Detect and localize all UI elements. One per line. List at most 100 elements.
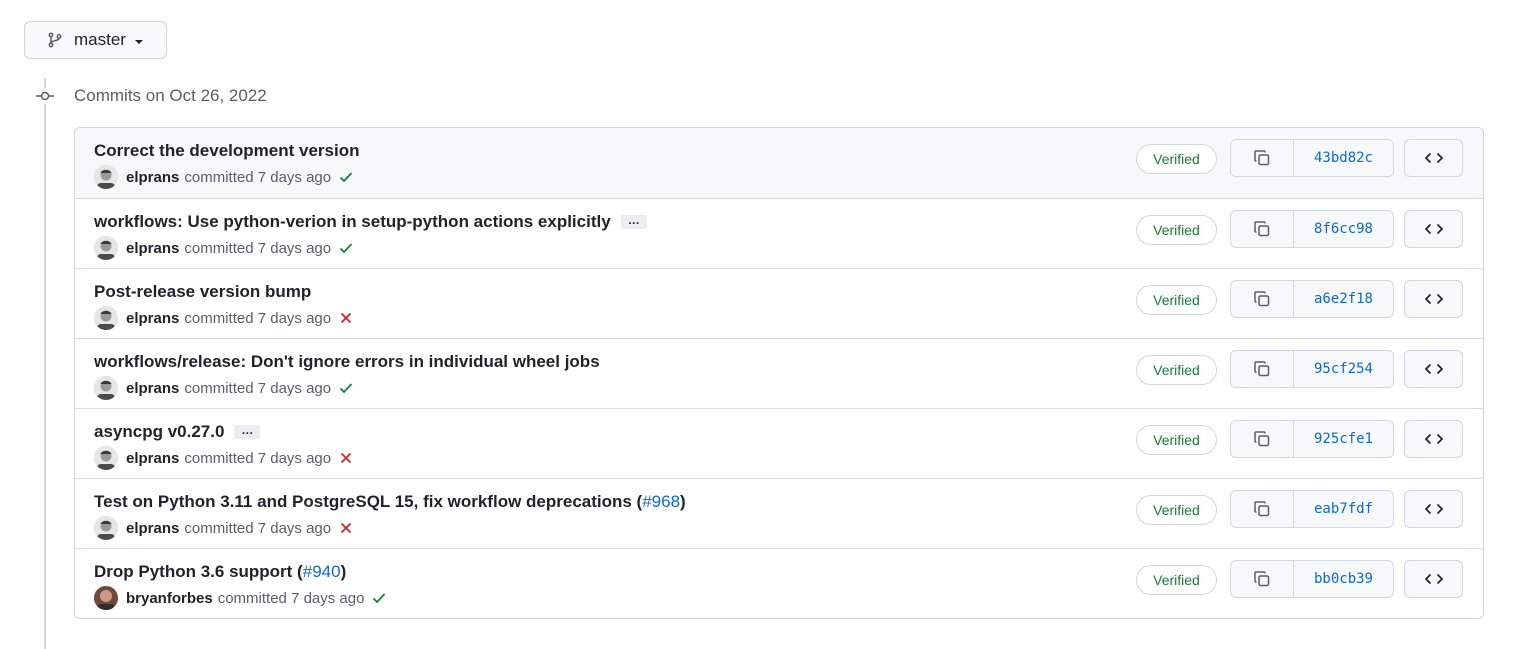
commit-time: committed 7 days ago bbox=[184, 379, 332, 397]
commit-sha-link[interactable]: a6e2f18 bbox=[1294, 281, 1393, 317]
author-link[interactable]: elprans bbox=[126, 380, 179, 397]
copy-sha-button[interactable] bbox=[1231, 211, 1294, 247]
copy-icon bbox=[1253, 570, 1271, 588]
commit-title: workflows/release: Don't ignore errors i… bbox=[94, 352, 600, 372]
commit-time: committed 7 days ago bbox=[184, 239, 332, 257]
avatar[interactable] bbox=[94, 236, 118, 260]
browse-repo-button[interactable] bbox=[1404, 210, 1463, 248]
expand-message-button[interactable]: … bbox=[234, 424, 261, 439]
commit-time: committed 7 days ago bbox=[184, 519, 332, 537]
commit-message-link[interactable]: Drop Python 3.6 support ( bbox=[94, 562, 303, 582]
author-link[interactable]: elprans bbox=[126, 520, 179, 537]
commit-message-link[interactable]: asyncpg v0.27.0 bbox=[94, 422, 224, 442]
copy-icon bbox=[1253, 500, 1271, 518]
close-paren: ) bbox=[680, 492, 686, 511]
author-link[interactable]: elprans bbox=[126, 169, 179, 186]
code-icon bbox=[1424, 291, 1444, 307]
author-link[interactable]: elprans bbox=[126, 450, 179, 467]
avatar[interactable] bbox=[94, 306, 118, 330]
commit-sha-link[interactable]: 95cf254 bbox=[1294, 351, 1393, 387]
copy-sha-button[interactable] bbox=[1231, 351, 1294, 387]
copy-sha-button[interactable] bbox=[1231, 491, 1294, 527]
commit-time: committed 7 days ago bbox=[184, 309, 332, 327]
browse-repo-button[interactable] bbox=[1404, 560, 1463, 598]
commit-sha-link[interactable]: 925cfe1 bbox=[1294, 421, 1393, 457]
commit-row: workflows: Use python-verion in setup-py… bbox=[75, 198, 1483, 268]
author-link[interactable]: bryanforbes bbox=[126, 590, 213, 607]
commit-meta: elprans committed 7 days ago bbox=[94, 236, 354, 260]
commit-meta: elprans committed 7 days ago bbox=[94, 165, 354, 189]
browse-repo-button[interactable] bbox=[1404, 490, 1463, 528]
git-branch-icon bbox=[46, 31, 64, 49]
commit-message-link[interactable]: workflows/release: Don't ignore errors i… bbox=[94, 352, 600, 372]
commit-row: Correct the development version elprans … bbox=[75, 128, 1483, 198]
x-icon[interactable] bbox=[338, 520, 354, 536]
copy-sha-button[interactable] bbox=[1231, 421, 1294, 457]
verified-badge[interactable]: Verified bbox=[1136, 425, 1217, 455]
commit-time: committed 7 days ago bbox=[217, 589, 365, 607]
commit-message-link[interactable]: Correct the development version bbox=[94, 141, 359, 161]
author-link[interactable]: elprans bbox=[126, 240, 179, 257]
check-icon[interactable] bbox=[338, 240, 354, 256]
copy-icon bbox=[1253, 290, 1271, 308]
commit-message-link[interactable]: Test on Python 3.11 and PostgreSQL 15, f… bbox=[94, 492, 642, 512]
sha-button-group: 95cf254 bbox=[1230, 350, 1394, 388]
copy-sha-button[interactable] bbox=[1231, 561, 1294, 597]
code-icon bbox=[1424, 571, 1444, 587]
commit-message-link[interactable]: workflows: Use python-verion in setup-py… bbox=[94, 212, 611, 232]
commit-title: asyncpg v0.27.0 … bbox=[94, 422, 261, 442]
sha-button-group: a6e2f18 bbox=[1230, 280, 1394, 318]
check-icon[interactable] bbox=[338, 380, 354, 396]
verified-badge[interactable]: Verified bbox=[1136, 495, 1217, 525]
copy-sha-button[interactable] bbox=[1231, 140, 1294, 176]
copy-sha-button[interactable] bbox=[1231, 281, 1294, 317]
copy-icon bbox=[1253, 430, 1271, 448]
commit-meta: elprans committed 7 days ago bbox=[94, 306, 354, 330]
check-icon[interactable] bbox=[338, 169, 354, 185]
check-icon[interactable] bbox=[371, 590, 387, 606]
commit-meta: bryanforbes committed 7 days ago bbox=[94, 586, 387, 610]
x-icon[interactable] bbox=[338, 450, 354, 466]
browse-repo-button[interactable] bbox=[1404, 139, 1463, 177]
code-icon bbox=[1424, 150, 1444, 166]
commit-title: Post-release version bump bbox=[94, 282, 311, 302]
commit-row: Test on Python 3.11 and PostgreSQL 15, f… bbox=[75, 478, 1483, 548]
branch-selector-button[interactable]: master bbox=[24, 21, 167, 59]
verified-badge[interactable]: Verified bbox=[1136, 355, 1217, 385]
pull-request-link[interactable]: #968 bbox=[642, 492, 680, 512]
chevron-down-icon bbox=[134, 39, 143, 44]
x-icon[interactable] bbox=[338, 310, 354, 326]
close-paren: ) bbox=[340, 562, 347, 581]
avatar[interactable] bbox=[94, 446, 118, 470]
commit-meta: elprans committed 7 days ago bbox=[94, 516, 354, 540]
sha-button-group: bb0cb39 bbox=[1230, 560, 1394, 598]
commit-sha-link[interactable]: bb0cb39 bbox=[1294, 561, 1393, 597]
browse-repo-button[interactable] bbox=[1404, 280, 1463, 318]
verified-badge[interactable]: Verified bbox=[1136, 215, 1217, 245]
sha-button-group: eab7fdf bbox=[1230, 490, 1394, 528]
pull-request-link[interactable]: #940 bbox=[303, 562, 341, 582]
browse-repo-button[interactable] bbox=[1404, 420, 1463, 458]
expand-message-button[interactable]: … bbox=[620, 214, 647, 229]
code-icon bbox=[1424, 501, 1444, 517]
commit-message-link[interactable]: Post-release version bump bbox=[94, 282, 311, 302]
avatar[interactable] bbox=[94, 165, 118, 189]
verified-badge[interactable]: Verified bbox=[1136, 565, 1217, 595]
commit-title: workflows: Use python-verion in setup-py… bbox=[94, 212, 647, 232]
verified-badge[interactable]: Verified bbox=[1136, 285, 1217, 315]
commit-sha-link[interactable]: 43bd82c bbox=[1294, 140, 1393, 176]
author-link[interactable]: elprans bbox=[126, 310, 179, 327]
commit-row: Post-release version bump elprans commit… bbox=[75, 268, 1483, 338]
copy-icon bbox=[1253, 220, 1271, 238]
commit-sha-link[interactable]: 8f6cc98 bbox=[1294, 211, 1393, 247]
code-icon bbox=[1424, 221, 1444, 237]
commit-sha-link[interactable]: eab7fdf bbox=[1294, 491, 1393, 527]
avatar[interactable] bbox=[94, 586, 118, 610]
copy-icon bbox=[1253, 149, 1271, 167]
verified-badge[interactable]: Verified bbox=[1136, 144, 1217, 174]
avatar[interactable] bbox=[94, 376, 118, 400]
commit-row: asyncpg v0.27.0 … elprans committed 7 da… bbox=[75, 408, 1483, 478]
avatar[interactable] bbox=[94, 516, 118, 540]
browse-repo-button[interactable] bbox=[1404, 350, 1463, 388]
branch-name: master bbox=[74, 30, 126, 49]
